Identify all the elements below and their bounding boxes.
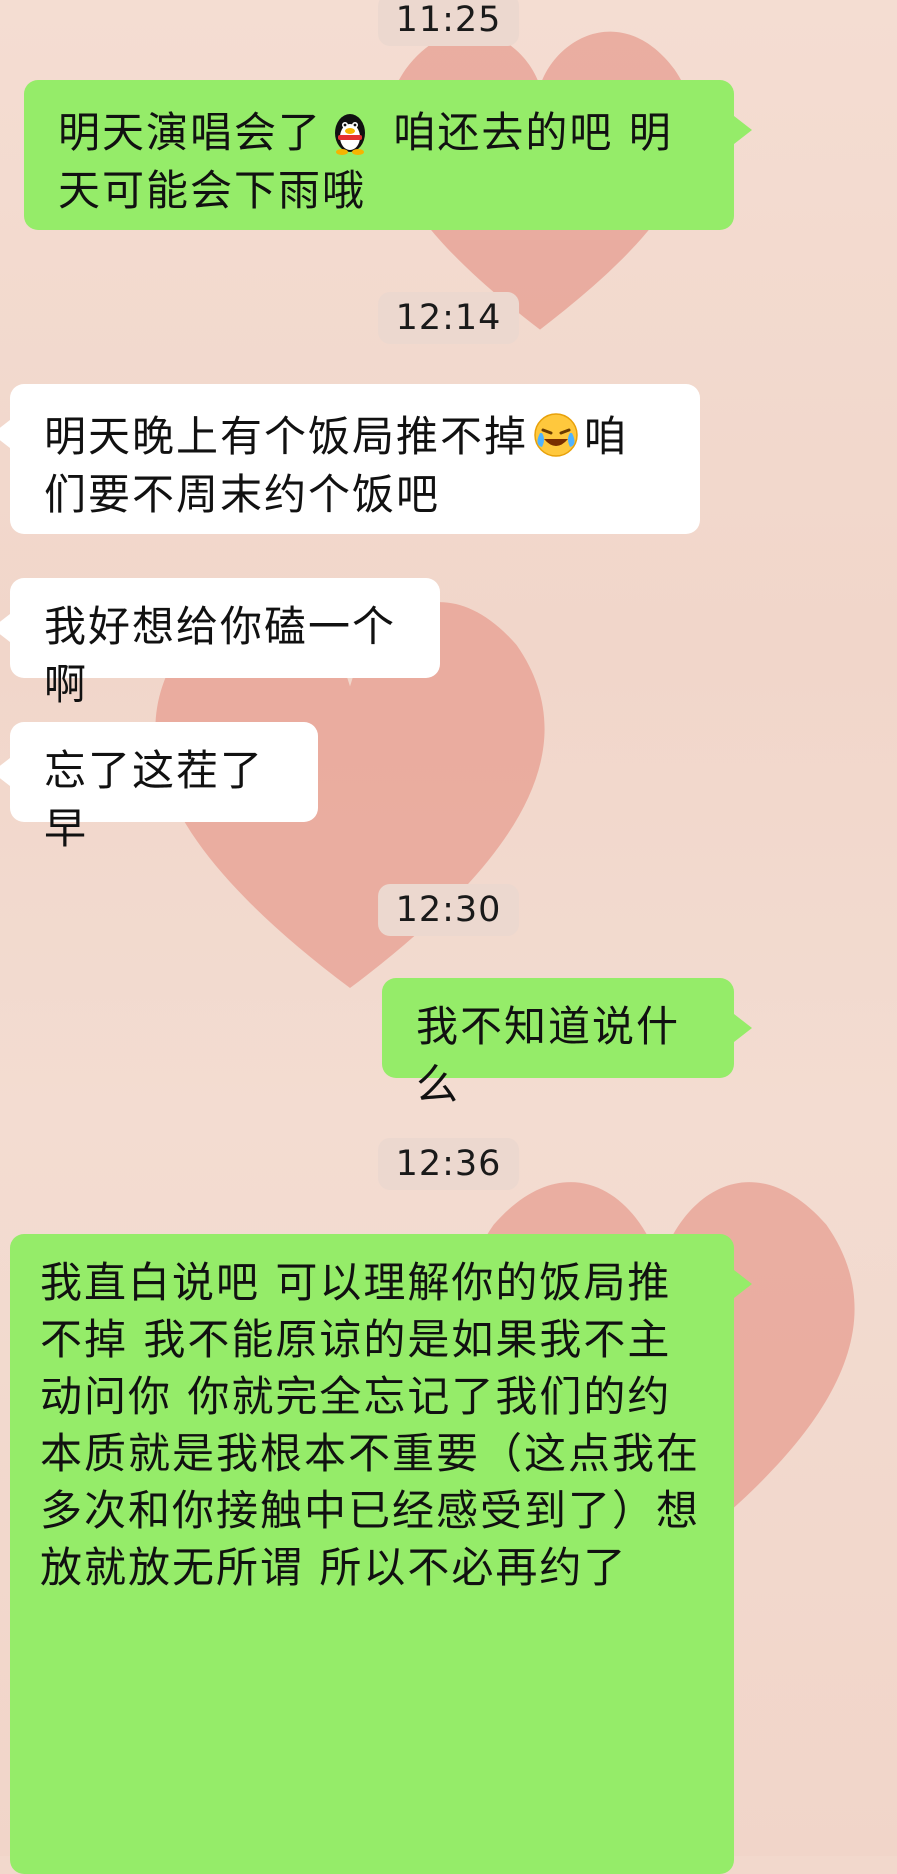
message-text: 明天晚上有个饭局推不掉 [44, 412, 529, 461]
message-text: 我直白说吧 可以理解你的饭局推不掉 我不能原谅的是如果我不主动问你 你就完全忘记… [40, 1258, 701, 1592]
message-bubble-sent[interactable]: 我不知道说什么 [382, 978, 752, 1109]
timestamp: 12:14 [377, 292, 520, 344]
timestamp: 12:36 [377, 1138, 520, 1190]
message-bubble-sent[interactable]: 我直白说吧 可以理解你的饭局推不掉 我不能原谅的是如果我不主动问你 你就完全忘记… [10, 1234, 752, 1874]
timestamp: 12:30 [377, 884, 520, 936]
message-bubble-received[interactable]: 忘了这茬了早 [0, 722, 318, 853]
message-text: 明天演唱会了 [58, 108, 323, 157]
penguin-icon [335, 114, 366, 155]
message-bubble-received[interactable]: 我好想给你磕一个啊 [0, 578, 440, 709]
timestamp: 11:25 [377, 0, 520, 46]
message-bubble-sent[interactable]: 明天演唱会了 咱还去的吧 明天可能会下雨哦 [24, 80, 752, 230]
laughing-crying-icon [534, 413, 578, 457]
message-bubble-received[interactable]: 明天晚上有个饭局推不掉 咱们要不周末约个饭吧 [0, 384, 700, 534]
